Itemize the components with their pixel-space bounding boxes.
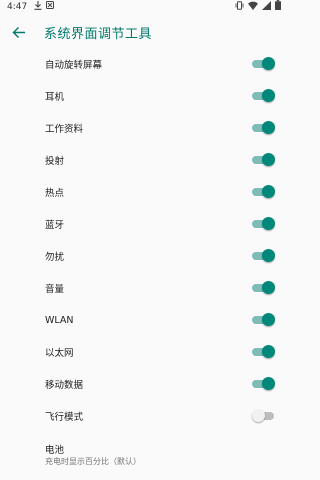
blocked-icon xyxy=(46,1,55,12)
list-item[interactable]: 音量 xyxy=(0,272,288,304)
battery-title: 电池 xyxy=(45,445,65,456)
status-time: 4:47 xyxy=(7,1,28,12)
toggle-switch[interactable] xyxy=(252,56,276,72)
list-item-label: 勿扰 xyxy=(45,252,65,263)
app-bar: 系统界面调节工具 xyxy=(0,13,288,51)
list-item-label: 移动数据 xyxy=(45,380,84,391)
toggle-thumb xyxy=(262,313,275,326)
list-item-label: 音量 xyxy=(45,284,65,295)
toggle-switch[interactable] xyxy=(252,408,276,424)
toggle-switch[interactable] xyxy=(252,88,276,104)
toggle-thumb xyxy=(262,185,275,198)
status-bar: 4:47 xyxy=(0,0,288,13)
list-item[interactable]: WLAN xyxy=(0,304,288,336)
toggle-thumb xyxy=(262,377,275,390)
signal-icon xyxy=(262,0,271,13)
battery-setting-row[interactable]: 电池 充电时显示百分比（默认） xyxy=(0,436,288,480)
list-item[interactable]: 投射 xyxy=(0,144,288,176)
list-item-label: 投射 xyxy=(45,156,65,167)
list-item-label: 蓝牙 xyxy=(45,220,65,231)
toggle-switch[interactable] xyxy=(252,280,276,296)
list-item[interactable]: 以太网 xyxy=(0,336,288,368)
toggle-thumb xyxy=(262,249,275,262)
settings-list: 自动旋转屏幕 耳机工作资料投射热点蓝牙勿扰音量 WLAN 以太网移动数据飞行模式 xyxy=(0,48,288,432)
battery-summary: 充电时显示百分比（默认） xyxy=(45,457,141,466)
list-item[interactable]: 耳机 xyxy=(0,80,288,112)
notification-icons xyxy=(34,0,55,13)
toggle-thumb xyxy=(262,281,275,294)
toggle-switch[interactable] xyxy=(252,248,276,264)
toggle-switch[interactable] xyxy=(252,376,276,392)
toggle-switch[interactable] xyxy=(252,152,276,168)
vibrate-icon xyxy=(235,0,244,13)
toggle-switch[interactable] xyxy=(252,184,276,200)
wifi-icon xyxy=(248,1,258,13)
toggle-switch[interactable] xyxy=(252,216,276,232)
list-item[interactable]: 自动旋转屏幕 xyxy=(0,48,288,80)
list-item-label: 耳机 xyxy=(45,92,65,103)
list-item-label: 飞行模式 xyxy=(45,412,84,423)
list-item[interactable]: 移动数据 xyxy=(0,368,288,400)
list-item[interactable]: 工作资料 xyxy=(0,112,288,144)
download-icon xyxy=(34,0,42,13)
list-item[interactable]: 蓝牙 xyxy=(0,208,288,240)
system-icons xyxy=(235,0,281,13)
list-item[interactable]: 勿扰 xyxy=(0,240,288,272)
toggle-thumb xyxy=(262,217,275,230)
toggle-thumb xyxy=(262,345,275,358)
toggle-thumb xyxy=(262,57,275,70)
back-button[interactable] xyxy=(0,13,36,51)
list-item-label: 热点 xyxy=(45,188,65,199)
toggle-thumb xyxy=(262,153,275,166)
toggle-thumb xyxy=(262,121,275,134)
toggle-thumb xyxy=(262,89,275,102)
page-title: 系统界面调节工具 xyxy=(44,26,153,42)
list-item-label: WLAN xyxy=(45,314,74,326)
toggle-switch[interactable] xyxy=(252,344,276,360)
list-item[interactable]: 飞行模式 xyxy=(0,400,288,432)
battery-icon xyxy=(275,0,281,13)
list-item[interactable]: 热点 xyxy=(0,176,288,208)
arrow-back-icon xyxy=(12,23,25,42)
list-item-label: 自动旋转屏幕 xyxy=(45,60,103,71)
toggle-switch[interactable] xyxy=(252,312,276,328)
toggle-switch[interactable] xyxy=(252,120,276,136)
list-item-label: 工作资料 xyxy=(45,124,84,135)
list-item-label: 以太网 xyxy=(45,348,74,359)
toggle-thumb xyxy=(252,409,265,422)
